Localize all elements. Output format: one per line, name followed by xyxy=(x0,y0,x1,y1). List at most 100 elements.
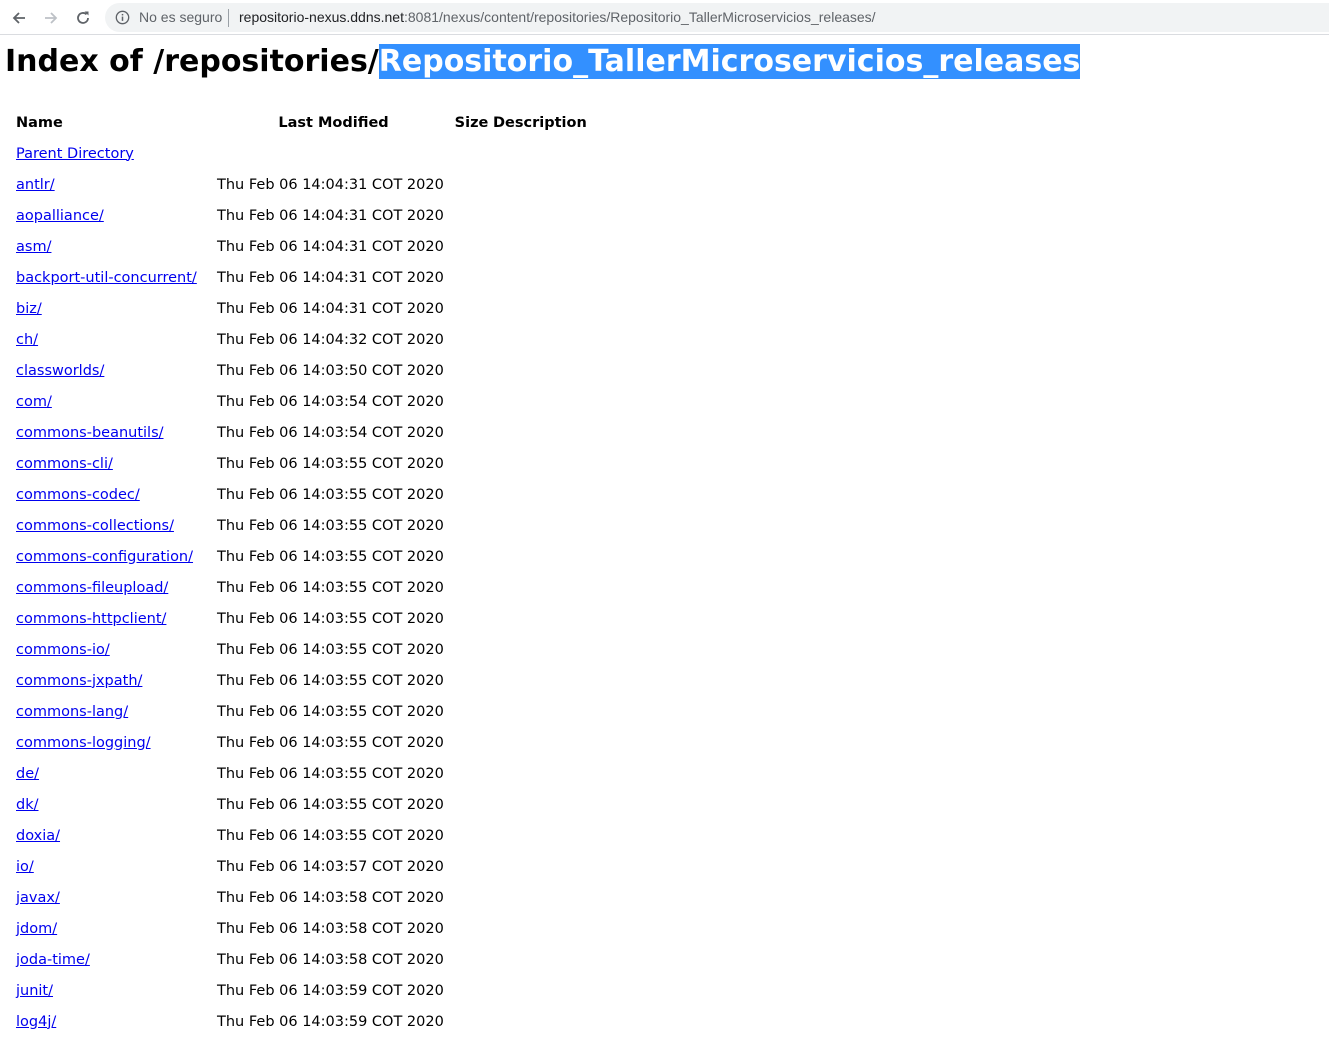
size-cell xyxy=(450,293,493,324)
directory-link[interactable]: dk/ xyxy=(16,797,39,813)
table-row: ch/Thu Feb 06 14:04:32 COT 2020 xyxy=(14,324,587,355)
size-cell xyxy=(450,1006,493,1037)
last-modified-cell: Thu Feb 06 14:03:59 COT 2020 xyxy=(217,982,444,999)
parent-directory-link[interactable]: Parent Directory xyxy=(16,146,134,162)
last-modified-cell: Thu Feb 06 14:03:55 COT 2020 xyxy=(217,703,444,720)
directory-link[interactable]: commons-codec/ xyxy=(16,487,140,503)
back-button[interactable] xyxy=(6,5,32,31)
directory-listing: Name Last Modified Size Description Pare… xyxy=(14,107,587,1037)
table-row: javax/Thu Feb 06 14:03:58 COT 2020 xyxy=(14,882,587,913)
description-cell xyxy=(493,789,587,820)
directory-link[interactable]: commons-cli/ xyxy=(16,456,113,472)
size-cell xyxy=(450,324,493,355)
size-cell xyxy=(450,355,493,386)
last-modified-cell: Thu Feb 06 14:03:58 COT 2020 xyxy=(217,951,444,968)
url-text[interactable]: repositorio-nexus.ddns.net:8081/nexus/co… xyxy=(239,9,876,25)
last-modified-cell: Thu Feb 06 14:04:32 COT 2020 xyxy=(217,331,444,348)
description-cell xyxy=(493,417,587,448)
size-cell xyxy=(450,262,493,293)
directory-link[interactable]: aopalliance/ xyxy=(16,208,104,224)
size-cell xyxy=(450,603,493,634)
directory-link[interactable]: joda-time/ xyxy=(16,952,90,968)
last-modified-cell: Thu Feb 06 14:03:55 COT 2020 xyxy=(217,734,444,751)
last-modified-cell: Thu Feb 06 14:03:59 COT 2020 xyxy=(217,1013,444,1030)
description-cell xyxy=(493,634,587,665)
size-cell xyxy=(450,386,493,417)
header-size: Size xyxy=(454,114,489,131)
table-row: io/Thu Feb 06 14:03:57 COT 2020 xyxy=(14,851,587,882)
size-cell xyxy=(450,510,493,541)
table-row: junit/Thu Feb 06 14:03:59 COT 2020 xyxy=(14,975,587,1006)
last-modified-cell: Thu Feb 06 14:04:31 COT 2020 xyxy=(217,238,444,255)
description-cell xyxy=(493,851,587,882)
directory-link[interactable]: asm/ xyxy=(16,239,51,255)
directory-link[interactable]: classworlds/ xyxy=(16,363,104,379)
directory-link[interactable]: jdom/ xyxy=(16,921,57,937)
size-cell xyxy=(450,200,493,231)
description-cell xyxy=(493,324,587,355)
info-icon[interactable] xyxy=(115,10,130,25)
directory-link[interactable]: commons-collections/ xyxy=(16,518,174,534)
table-row: commons-lang/Thu Feb 06 14:03:55 COT 202… xyxy=(14,696,587,727)
description-cell xyxy=(493,386,587,417)
description-cell xyxy=(493,355,587,386)
size-cell xyxy=(450,851,493,882)
directory-link[interactable]: commons-httpclient/ xyxy=(16,611,166,627)
directory-link[interactable]: commons-fileupload/ xyxy=(16,580,168,596)
description-cell xyxy=(493,882,587,913)
directory-link[interactable]: de/ xyxy=(16,766,39,782)
directory-link[interactable]: commons-configuration/ xyxy=(16,549,193,565)
table-row: aopalliance/Thu Feb 06 14:04:31 COT 2020 xyxy=(14,200,587,231)
table-row: com/Thu Feb 06 14:03:54 COT 2020 xyxy=(14,386,587,417)
directory-link[interactable]: ch/ xyxy=(16,332,38,348)
directory-link[interactable]: commons-beanutils/ xyxy=(16,425,164,441)
last-modified-cell: Thu Feb 06 14:03:55 COT 2020 xyxy=(217,796,444,813)
description-cell xyxy=(493,665,587,696)
reload-button[interactable] xyxy=(70,5,96,31)
table-row: commons-codec/Thu Feb 06 14:03:55 COT 20… xyxy=(14,479,587,510)
size-cell xyxy=(450,975,493,1006)
directory-link[interactable]: commons-jxpath/ xyxy=(16,673,142,689)
security-status[interactable]: No es seguro xyxy=(139,9,222,25)
directory-link[interactable]: commons-lang/ xyxy=(16,704,128,720)
forward-button[interactable] xyxy=(38,5,64,31)
last-modified-cell: Thu Feb 06 14:03:55 COT 2020 xyxy=(217,827,444,844)
directory-link[interactable]: biz/ xyxy=(16,301,42,317)
arrow-right-icon xyxy=(45,12,58,24)
directory-link[interactable]: doxia/ xyxy=(16,828,60,844)
directory-link[interactable]: log4j/ xyxy=(16,1014,56,1030)
directory-link[interactable]: commons-logging/ xyxy=(16,735,151,751)
address-bar[interactable]: No es seguro repositorio-nexus.ddns.net:… xyxy=(105,3,1329,32)
table-row: antlr/Thu Feb 06 14:04:31 COT 2020 xyxy=(14,169,587,200)
description-cell xyxy=(493,1006,587,1037)
table-row: commons-collections/Thu Feb 06 14:03:55 … xyxy=(14,510,587,541)
size-cell xyxy=(450,944,493,975)
directory-link[interactable]: backport-util-concurrent/ xyxy=(16,270,197,286)
size-cell xyxy=(450,634,493,665)
directory-link[interactable]: com/ xyxy=(16,394,52,410)
last-modified-cell: Thu Feb 06 14:03:55 COT 2020 xyxy=(217,548,444,565)
header-last-modified: Last Modified xyxy=(278,114,389,131)
directory-link[interactable]: antlr/ xyxy=(16,177,55,193)
table-row: commons-jxpath/Thu Feb 06 14:03:55 COT 2… xyxy=(14,665,587,696)
table-row: asm/Thu Feb 06 14:04:31 COT 2020 xyxy=(14,231,587,262)
last-modified-cell: Thu Feb 06 14:03:55 COT 2020 xyxy=(217,641,444,658)
description-cell xyxy=(493,572,587,603)
last-modified-cell: Thu Feb 06 14:04:31 COT 2020 xyxy=(217,176,444,193)
table-row: biz/Thu Feb 06 14:04:31 COT 2020 xyxy=(14,293,587,324)
description-cell xyxy=(493,696,587,727)
directory-link[interactable]: junit/ xyxy=(16,983,53,999)
table-row: doxia/Thu Feb 06 14:03:55 COT 2020 xyxy=(14,820,587,851)
browser-toolbar: No es seguro repositorio-nexus.ddns.net:… xyxy=(0,0,1329,35)
description-cell xyxy=(493,231,587,262)
directory-link[interactable]: javax/ xyxy=(16,890,60,906)
header-name: Name xyxy=(16,114,63,131)
directory-link[interactable]: commons-io/ xyxy=(16,642,110,658)
size-cell xyxy=(450,541,493,572)
table-row: commons-beanutils/Thu Feb 06 14:03:54 CO… xyxy=(14,417,587,448)
table-row: joda-time/Thu Feb 06 14:03:58 COT 2020 xyxy=(14,944,587,975)
directory-link[interactable]: io/ xyxy=(16,859,34,875)
page-title: Index of /repositories/Repositorio_Talle… xyxy=(5,42,1081,82)
table-row: dk/Thu Feb 06 14:03:55 COT 2020 xyxy=(14,789,587,820)
table-row-parent: Parent Directory xyxy=(14,138,587,169)
